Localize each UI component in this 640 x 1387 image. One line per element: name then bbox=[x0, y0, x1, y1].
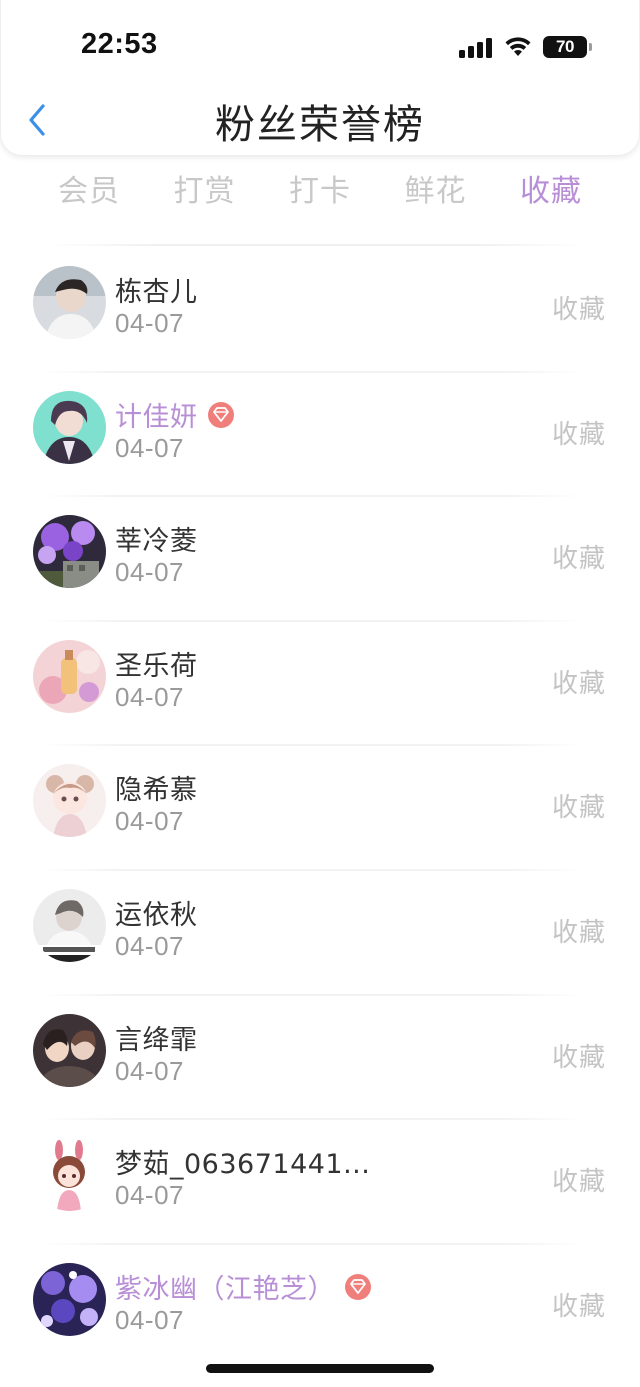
fan-action: 收藏 bbox=[551, 793, 606, 824]
status-icons: 70 bbox=[459, 34, 592, 60]
fan-name-text: 紫冰幽（江艳芝） bbox=[115, 1273, 335, 1305]
fan-date: 04-07 bbox=[115, 308, 184, 338]
fan-action: 收藏 bbox=[551, 917, 606, 948]
avatar[interactable] bbox=[33, 1013, 106, 1087]
fan-action: 收藏 bbox=[551, 295, 606, 325]
wifi-icon bbox=[505, 37, 531, 56]
tabs-divider bbox=[44, 244, 586, 246]
fan-date: 04-07 bbox=[115, 432, 184, 463]
list-item[interactable]: 栋杏儿 04-07 收藏 bbox=[0, 248, 640, 373]
header-card: 22:53 70 粉丝荣誉榜 bbox=[0, 0, 640, 156]
tab-flower[interactable]: 鲜花 bbox=[405, 166, 467, 222]
battery-icon: 70 bbox=[543, 36, 592, 58]
home-indicator[interactable] bbox=[206, 1364, 434, 1373]
tab-bar: 会员 打赏 打卡 鲜花 收藏 bbox=[0, 166, 640, 222]
fan-action: 收藏 bbox=[551, 544, 606, 575]
fan-name: 隐希慕 bbox=[115, 775, 198, 807]
tab-checkin[interactable]: 打卡 bbox=[289, 166, 351, 222]
tab-tip[interactable]: 打赏 bbox=[174, 166, 236, 222]
cellular-signal-icon bbox=[459, 36, 493, 58]
fan-action: 收藏 bbox=[551, 1291, 606, 1322]
fan-name: 言绛霏 bbox=[115, 1024, 198, 1056]
fan-name: 圣乐荷 bbox=[115, 650, 198, 682]
battery-level: 70 bbox=[556, 37, 574, 56]
fan-name-text: 计佳妍 bbox=[115, 401, 198, 433]
fan-date: 04-07 bbox=[115, 557, 184, 588]
list-item[interactable]: 隐希慕 04-07 收藏 bbox=[0, 746, 640, 871]
fan-name: 梦茹_063671441... bbox=[115, 1149, 371, 1181]
diamond-badge-icon bbox=[345, 1274, 371, 1301]
screen: 22:53 70 粉丝荣誉榜 会员 打赏 打卡 鲜花 收藏 栋杏儿 04-07 … bbox=[0, 0, 640, 1387]
tab-favorite[interactable]: 收藏 bbox=[520, 166, 582, 222]
list-item[interactable]: 计佳妍 04-07 收藏 bbox=[0, 373, 640, 498]
avatar[interactable] bbox=[33, 888, 106, 962]
fan-name: 计佳妍 bbox=[115, 395, 234, 434]
list-item[interactable]: 圣乐荷 04-07 收藏 bbox=[0, 622, 640, 747]
avatar[interactable] bbox=[33, 266, 106, 339]
fan-name: 栋杏儿 bbox=[115, 277, 198, 308]
fan-date: 04-07 bbox=[115, 930, 184, 961]
list-item[interactable]: 莘冷菱 04-07 收藏 bbox=[0, 497, 640, 622]
fan-name: 紫冰幽（江艳芝） bbox=[115, 1267, 371, 1306]
fan-action: 收藏 bbox=[551, 1042, 606, 1073]
avatar[interactable] bbox=[33, 1138, 106, 1212]
diamond-badge-icon bbox=[207, 402, 234, 429]
fan-date: 04-07 bbox=[115, 1304, 184, 1335]
fan-list: 栋杏儿 04-07 收藏 计佳妍 04-07 收藏 莘冷菱 04-07 收藏 圣… bbox=[0, 248, 640, 1369]
list-item[interactable]: 言绛霏 04-07 收藏 bbox=[0, 996, 640, 1121]
fan-action: 收藏 bbox=[551, 419, 606, 450]
tab-member[interactable]: 会员 bbox=[58, 166, 120, 222]
avatar[interactable] bbox=[33, 639, 106, 713]
avatar[interactable] bbox=[33, 1262, 106, 1336]
fan-action: 收藏 bbox=[551, 668, 606, 699]
avatar[interactable] bbox=[33, 390, 106, 464]
status-time: 22:53 bbox=[81, 28, 158, 60]
list-item[interactable]: 梦茹_063671441... 04-07 收藏 bbox=[0, 1120, 640, 1245]
avatar[interactable] bbox=[33, 764, 106, 838]
list-item[interactable]: 运依秋 04-07 收藏 bbox=[0, 871, 640, 996]
list-item[interactable]: 紫冰幽（江艳芝） 04-07 收藏 bbox=[0, 1245, 640, 1370]
fan-action: 收藏 bbox=[551, 1167, 606, 1198]
fan-name: 运依秋 bbox=[115, 899, 198, 931]
page-title: 粉丝荣誉榜 bbox=[215, 102, 425, 148]
avatar[interactable] bbox=[33, 515, 106, 589]
fan-date: 04-07 bbox=[115, 1180, 184, 1211]
fan-date: 04-07 bbox=[115, 806, 184, 837]
fan-name: 莘冷菱 bbox=[115, 526, 198, 558]
fan-date: 04-07 bbox=[115, 1055, 184, 1086]
fan-date: 04-07 bbox=[115, 681, 184, 712]
